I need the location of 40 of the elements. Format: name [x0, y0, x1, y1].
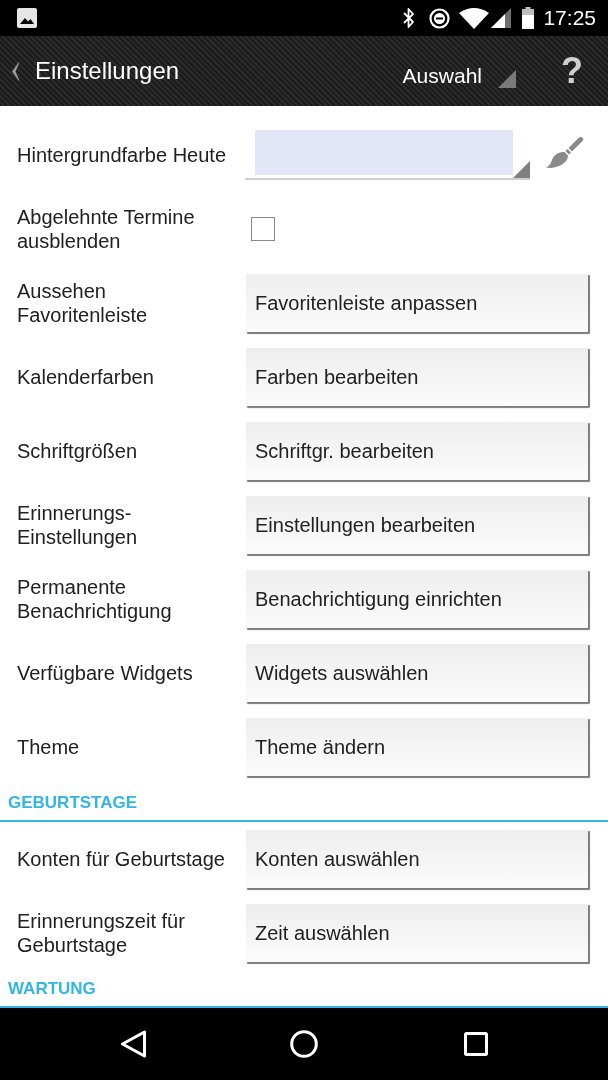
setting-label: Erinnerungs-Einstellungen — [17, 501, 139, 549]
settings-button[interactable]: Konten auswählen — [246, 830, 588, 888]
setting-label: Theme — [17, 735, 80, 759]
settings-button[interactable]: Einstellungen bearbeiten — [246, 496, 588, 554]
section-header: GEBURTSTAGE — [8, 793, 138, 813]
section-header: WARTUNG — [8, 979, 96, 999]
settings-button[interactable]: Widgets auswählen — [246, 644, 588, 702]
color-dropdown[interactable] — [245, 130, 530, 180]
signal-icon — [491, 8, 512, 28]
setting-label: Verfügbare Widgets — [17, 661, 193, 685]
setting-label: Kalenderfarben — [17, 365, 154, 389]
selection-dropdown[interactable]: Auswahl — [402, 64, 516, 88]
setting-label: Hintergrundfarbe Heute — [17, 143, 226, 167]
paintbrush-icon[interactable] — [545, 136, 585, 170]
checkbox[interactable] — [251, 217, 275, 241]
settings-button[interactable]: Schriftgr. bearbeiten — [246, 422, 588, 480]
settings-button[interactable]: Zeit auswählen — [246, 904, 588, 962]
home-icon[interactable] — [290, 1030, 318, 1058]
dropdown-corner-icon — [498, 70, 516, 88]
back-icon[interactable] — [120, 1030, 147, 1058]
image-icon — [17, 8, 37, 28]
setting-label: Aussehen Favoritenleiste — [17, 279, 149, 327]
settings-button[interactable]: Farben bearbeiten — [246, 348, 588, 406]
do-not-disturb-icon — [429, 7, 451, 29]
screen-title: Einstellungen — [35, 57, 180, 85]
help-button[interactable]: ? — [561, 51, 583, 91]
setting-label: Konten für Geburtstage — [17, 847, 225, 871]
dropdown-corner-icon — [513, 161, 530, 178]
setting-label: Permanente Benachrichtigung — [17, 575, 173, 623]
setting-label: Erinnerungszeit für Geburtstage — [17, 909, 186, 957]
status-time: 17:25 — [543, 6, 596, 30]
bluetooth-icon — [403, 7, 416, 29]
setting-label: Schriftgrößen — [17, 439, 138, 463]
recents-icon[interactable] — [464, 1032, 488, 1056]
back-icon[interactable] — [10, 61, 20, 81]
settings-button[interactable]: Benachrichtigung einrichten — [246, 570, 588, 628]
setting-label: Abgelehnte Termine ausblenden — [17, 205, 196, 253]
battery-icon — [522, 7, 535, 29]
settings-button[interactable]: Favoritenleiste anpassen — [246, 274, 588, 332]
settings-button[interactable]: Theme ändern — [246, 718, 588, 776]
